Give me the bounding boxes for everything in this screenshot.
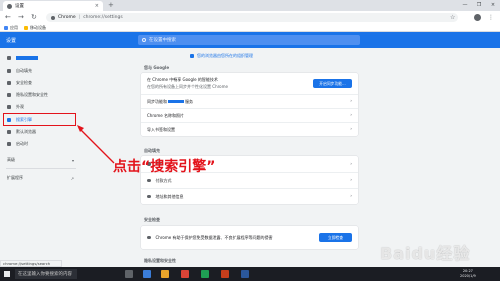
- excel-icon[interactable]: [201, 270, 209, 278]
- annotation-text: 点击“搜索引擎”: [113, 159, 216, 175]
- baidu-watermark: Baidu经验: [380, 244, 471, 263]
- powerpoint-icon[interactable]: [221, 270, 229, 278]
- folder-icon[interactable]: [161, 270, 169, 278]
- word-icon[interactable]: [241, 270, 249, 278]
- status-url: chrome://settings/search: [0, 260, 62, 267]
- clock[interactable]: 20:27 2020/1/9: [460, 269, 476, 279]
- clock-date: 2020/1/9: [460, 274, 476, 278]
- task-view-icon[interactable]: [125, 270, 133, 278]
- taskbar-search[interactable]: 在这里输入你要搜索的内容: [15, 269, 77, 279]
- taskbar-search-text: 在这里输入你要搜索的内容: [18, 272, 72, 277]
- taskbar: 在这里输入你要搜索的内容 20:27 2020/1/9: [0, 267, 500, 281]
- annotation-arrow: [77, 125, 115, 164]
- file-explorer-icon[interactable]: [143, 270, 151, 278]
- windows-start-icon[interactable]: [4, 271, 10, 277]
- chrome-icon[interactable]: [181, 270, 189, 278]
